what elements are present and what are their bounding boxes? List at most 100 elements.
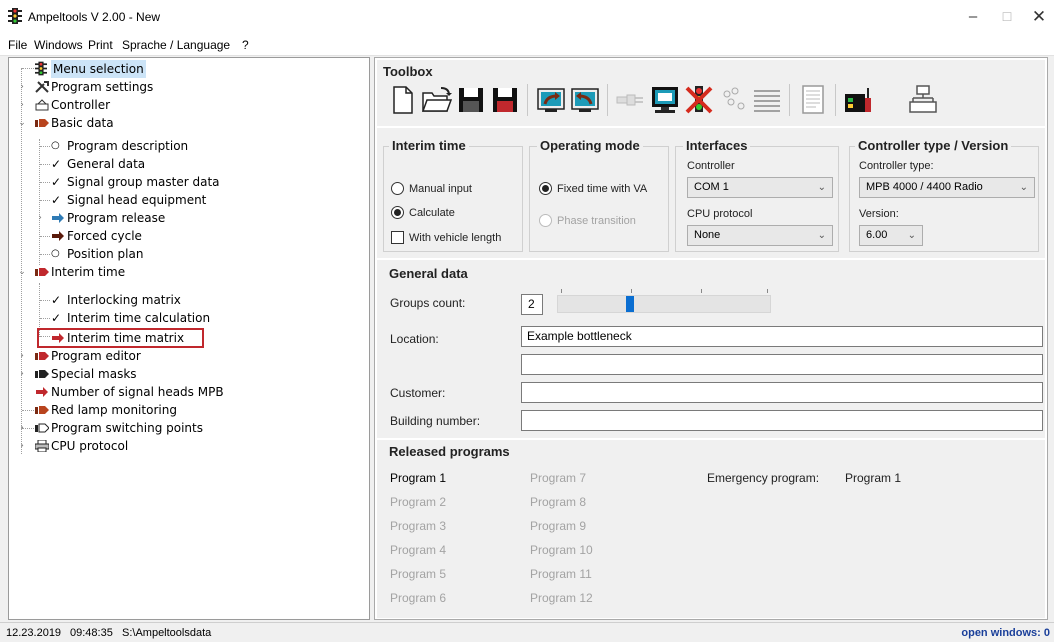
checkmark-icon: ✓: [51, 193, 62, 207]
tree-item-program-editor[interactable]: › Program editor: [9, 347, 309, 365]
tree-item-red-lamp-monitoring[interactable]: Red lamp monitoring: [9, 401, 309, 419]
program-item[interactable]: Program 7: [530, 471, 586, 485]
tree-item-number-of-signal-heads[interactable]: Number of signal heads MPB: [9, 383, 309, 401]
list-icon[interactable]: [751, 84, 783, 116]
expand-icon[interactable]: ›: [17, 347, 27, 365]
program-item[interactable]: Program 10: [530, 543, 593, 557]
expand-icon[interactable]: ›: [35, 209, 45, 227]
arrow-icon: [52, 213, 64, 223]
window-title: Ampeltools V 2.00 - New: [28, 10, 161, 24]
network-icon[interactable]: [907, 84, 939, 116]
new-file-icon[interactable]: [387, 84, 419, 116]
collapse-icon[interactable]: ⌄: [17, 263, 27, 281]
tree-item-label: Program editor: [51, 349, 141, 363]
expand-icon[interactable]: ›: [17, 365, 27, 383]
customer-field[interactable]: [521, 382, 1043, 403]
tree-item-program-description[interactable]: ○ Program description: [9, 137, 309, 155]
tree-item-interlocking-matrix[interactable]: ✓ Interlocking matrix: [9, 291, 309, 309]
tree-item-general-data[interactable]: ✓ General data: [9, 155, 309, 173]
chevron-down-icon: ⌄: [817, 182, 826, 193]
program-item[interactable]: Program 8: [530, 495, 586, 509]
device-icon[interactable]: [843, 84, 875, 116]
tree-item-label: Basic data: [51, 116, 114, 130]
vehicle-length-checkbox[interactable]: [391, 231, 404, 244]
tree-item-label: CPU protocol: [51, 439, 129, 453]
expand-icon[interactable]: ›: [17, 78, 27, 96]
tree-item-special-masks[interactable]: › Special masks: [9, 365, 309, 383]
menu-windows[interactable]: Windows: [34, 38, 83, 52]
cpu-protocol-select[interactable]: None ⌄: [687, 225, 833, 246]
tree-item-label: Menu selection: [51, 60, 146, 78]
download-icon[interactable]: [569, 84, 601, 116]
phase-transition-radio[interactable]: [539, 214, 552, 227]
toolbar-separator: [607, 84, 608, 116]
tree-item-forced-cycle[interactable]: Forced cycle: [9, 227, 309, 245]
tree-item-label: Program release: [67, 211, 166, 225]
groups-count-field[interactable]: 2: [521, 294, 543, 315]
close-button[interactable]: ✕: [1024, 6, 1054, 28]
tree-item-position-plan[interactable]: ○ Position plan: [9, 245, 309, 263]
folder-arrow-icon: [35, 119, 49, 127]
disconnect-icon[interactable]: [683, 84, 715, 116]
save-icon[interactable]: [455, 84, 487, 116]
building-number-field[interactable]: [521, 410, 1043, 431]
tree-item-menu-selection[interactable]: Menu selection: [9, 60, 309, 78]
upload-icon[interactable]: [535, 84, 567, 116]
expand-icon[interactable]: ›: [17, 419, 27, 437]
program-item[interactable]: Program 5: [390, 567, 446, 581]
tree-item-program-switching-points[interactable]: › Program switching points: [9, 419, 309, 437]
menu-print[interactable]: Print: [88, 38, 113, 52]
tree-item-cpu-protocol[interactable]: › CPU protocol: [9, 437, 309, 455]
folder-arrow-icon: [35, 268, 49, 276]
controller-type-select[interactable]: MPB 4000 / 4400 Radio ⌄: [859, 177, 1035, 198]
manual-input-radio[interactable]: [391, 182, 404, 195]
slider-thumb[interactable]: [626, 296, 634, 312]
program-item[interactable]: Program 2: [390, 495, 446, 509]
nodes-icon[interactable]: [717, 84, 749, 116]
program-item[interactable]: Program 4: [390, 543, 446, 557]
emergency-program-value[interactable]: Program 1: [845, 471, 901, 485]
tree-item-signal-group-master-data[interactable]: ✓ Signal group master data: [9, 173, 309, 191]
menu-file[interactable]: File: [8, 38, 27, 52]
tree-item-basic-data[interactable]: ⌄ Basic data: [9, 114, 309, 132]
groups-count-slider[interactable]: [557, 295, 771, 313]
open-folder-icon[interactable]: [421, 84, 453, 116]
interfaces-title: Interfaces: [683, 138, 751, 153]
save-as-icon[interactable]: [489, 84, 521, 116]
collapse-icon[interactable]: ⌄: [17, 114, 27, 132]
program-item[interactable]: Program 6: [390, 591, 446, 605]
controller-icon: [35, 99, 49, 111]
tree-item-interim-time[interactable]: ⌄ Interim time: [9, 263, 309, 281]
monitor-icon[interactable]: [649, 84, 681, 116]
program-item[interactable]: Program 11: [530, 567, 592, 581]
program-item[interactable]: Program 1: [390, 471, 446, 485]
released-programs-title: Released programs: [389, 444, 510, 459]
maximize-button[interactable]: ☐: [992, 6, 1022, 28]
controller-select[interactable]: COM 1 ⌄: [687, 177, 833, 198]
tree-item-program-release[interactable]: › Program release: [9, 209, 309, 227]
tree-item-signal-head-equipment[interactable]: ✓ Signal head equipment: [9, 191, 309, 209]
tree-item-program-settings[interactable]: › Program settings: [9, 78, 309, 96]
chevron-down-icon: ⌄: [1019, 182, 1028, 193]
tree-item-interim-time-calculation[interactable]: ✓ Interim time calculation: [9, 309, 309, 327]
menu-help[interactable]: ?: [242, 38, 249, 52]
folder-arrow-icon: [35, 406, 49, 414]
program-item[interactable]: Program 3: [390, 519, 446, 533]
expand-icon[interactable]: ›: [17, 96, 27, 114]
location-line2-field[interactable]: [521, 354, 1043, 375]
program-item[interactable]: Program 12: [530, 591, 593, 605]
program-item[interactable]: Program 9: [530, 519, 586, 533]
toolbar-separator: [527, 84, 528, 116]
menu-language[interactable]: Sprache / Language: [122, 38, 230, 52]
minimize-button[interactable]: –: [958, 6, 988, 28]
report-icon[interactable]: [797, 84, 829, 116]
tree-item-controller[interactable]: › Controller: [9, 96, 309, 114]
fixed-time-radio[interactable]: [539, 182, 552, 195]
expand-icon[interactable]: ›: [17, 437, 27, 455]
status-bar: 12.23.2019 09:48:35 S:\Ampeltoolsdata op…: [0, 622, 1054, 642]
checkmark-icon: ✓: [51, 293, 62, 307]
location-field[interactable]: Example bottleneck: [521, 326, 1043, 347]
calculate-radio[interactable]: [391, 206, 404, 219]
version-select[interactable]: 6.00 ⌄: [859, 225, 923, 246]
connection-icon[interactable]: [615, 84, 647, 116]
